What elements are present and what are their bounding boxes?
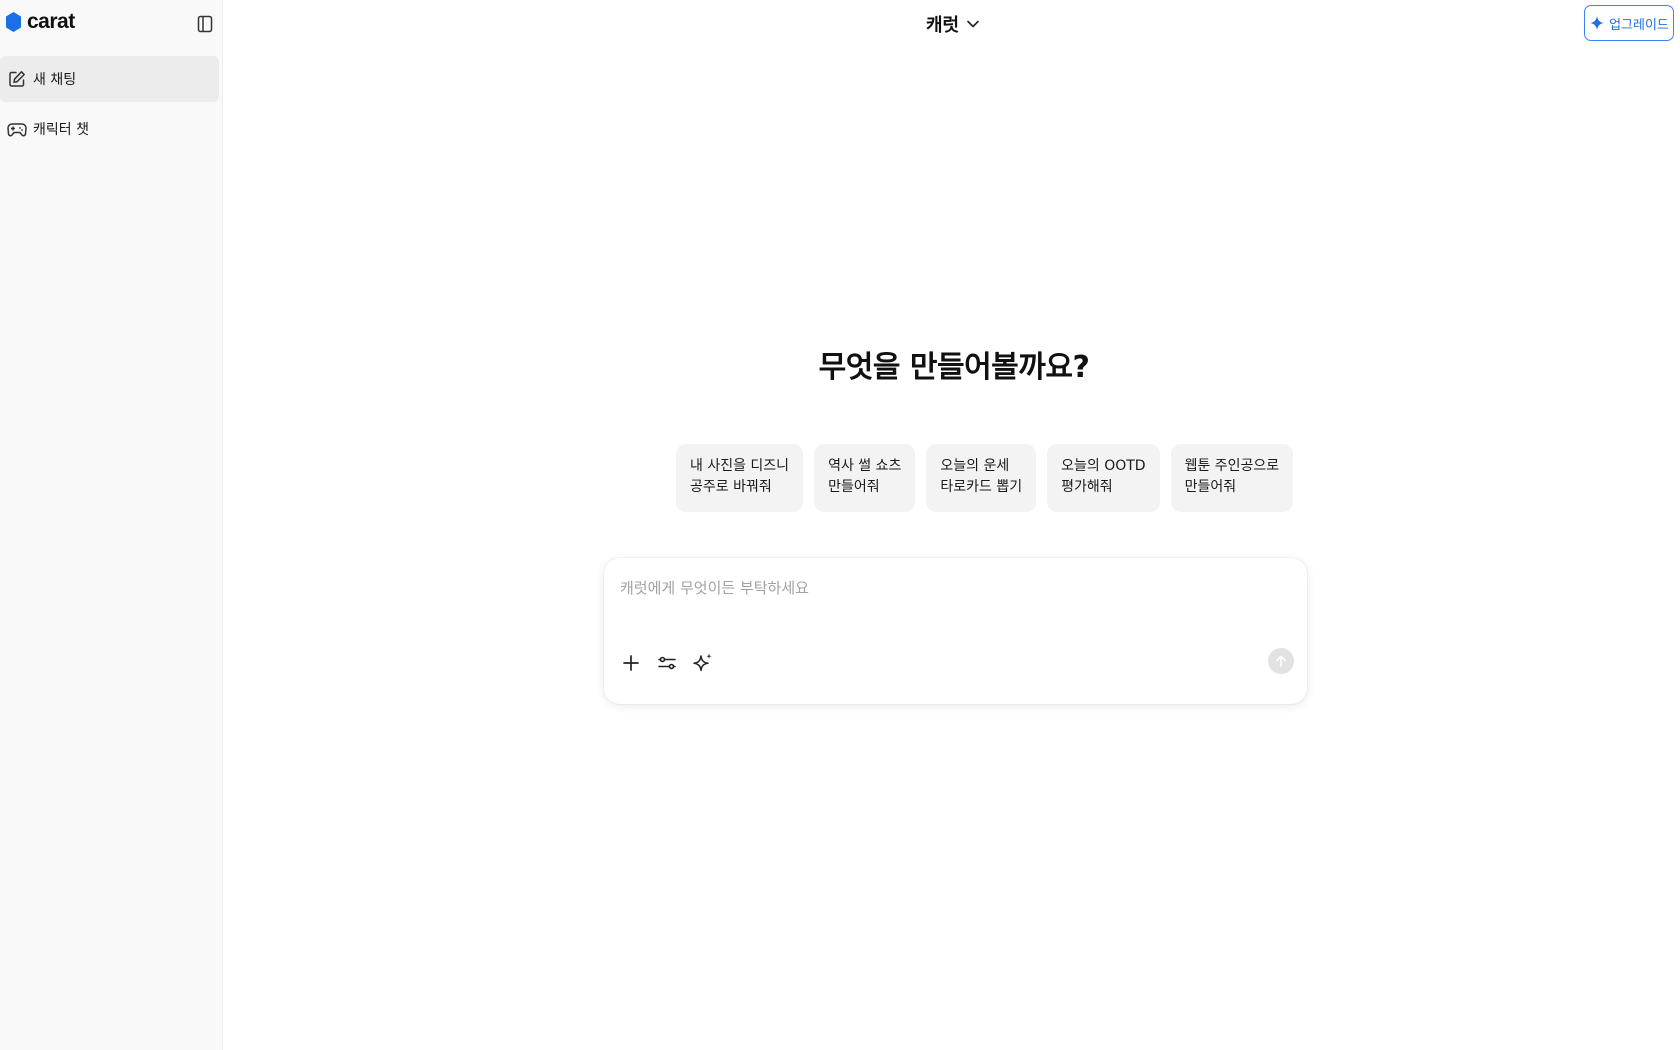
suggestion-chip-line2: 만들어줘 [1184, 479, 1237, 495]
sparkle-icon [1590, 16, 1605, 30]
suggestion-chip[interactable]: 역사 썰 쇼츠 만들어줘 [814, 444, 916, 512]
suggestion-chip[interactable]: 웹툰 주인공으로 만들어줘 [1170, 444, 1294, 512]
suggestion-chip-line1: 웹툰 주인공으로 [1184, 458, 1280, 474]
sliders-icon [658, 656, 676, 670]
arrow-up-icon [1276, 655, 1286, 667]
sidebar-item-new-chat[interactable]: 새 채팅 [0, 56, 219, 102]
app-root: carat 새 채팅 캐릭터 챗 캐럿 업그레이드 무엇을 만들어볼까요? 내 … [0, 0, 1680, 1050]
suggestion-chips: 내 사진을 디즈니 공주로 바꿔줘 역사 썰 쇼츠 만들어줘 오늘의 운세 타로… [676, 444, 1294, 512]
suggestion-chip-line2: 평가해줘 [1061, 479, 1113, 495]
sparkle-icon [693, 653, 712, 672]
suggestion-chip-line2: 만들어줘 [828, 479, 880, 495]
carat-logo-icon [6, 12, 21, 32]
logo[interactable]: carat [5, 11, 75, 33]
logo-text: carat [27, 10, 75, 33]
suggestion-chip[interactable]: 오늘의 운세 타로카드 뽑기 [926, 444, 1037, 512]
chat-composer [604, 558, 1307, 704]
suggestion-chip-line1: 오늘의 운세 [940, 458, 1010, 474]
edit-icon [7, 69, 27, 89]
attach-button[interactable] [618, 650, 644, 676]
sidebar-item-label: 새 채팅 [33, 72, 77, 88]
plus-icon [623, 655, 639, 671]
sidebar-item-character-chat[interactable]: 캐릭터 챗 [0, 106, 219, 152]
suggestion-chip[interactable]: 내 사진을 디즈니 공주로 바꿔줘 [676, 444, 804, 512]
gamepad-icon [7, 119, 27, 139]
suggestion-chip-line1: 오늘의 OOTD [1061, 458, 1146, 474]
chevron-down-icon [967, 20, 979, 28]
chat-input[interactable] [618, 572, 1282, 604]
page-title: 무엇을 만들어볼까요? [818, 350, 1090, 385]
sidebar-item-label: 캐릭터 챗 [33, 122, 89, 138]
sidebar-toggle-button[interactable] [194, 14, 216, 34]
suggestion-chip-line2: 타로카드 뽑기 [940, 479, 1023, 495]
sidebar-panel-icon [197, 15, 213, 33]
suggestion-chip[interactable]: 오늘의 OOTD 평가해줘 [1047, 444, 1160, 512]
model-selector[interactable]: 캐럿 [926, 10, 981, 38]
sidebar: carat 새 채팅 캐릭터 챗 [0, 0, 223, 1050]
suggestion-chip-line1: 역사 썰 쇼츠 [828, 458, 902, 474]
suggestion-chip-line2: 공주로 바꿔줘 [690, 479, 772, 495]
magic-button[interactable] [690, 650, 716, 676]
model-name: 캐럿 [926, 15, 960, 36]
upgrade-label: 업그레이드 [1609, 17, 1669, 33]
upgrade-button[interactable]: 업그레이드 [1584, 5, 1674, 41]
options-button[interactable] [654, 650, 680, 676]
sidebar-header: carat [0, 0, 223, 46]
suggestion-chip-line1: 내 사진을 디즈니 [690, 458, 790, 474]
send-button[interactable] [1268, 648, 1294, 674]
